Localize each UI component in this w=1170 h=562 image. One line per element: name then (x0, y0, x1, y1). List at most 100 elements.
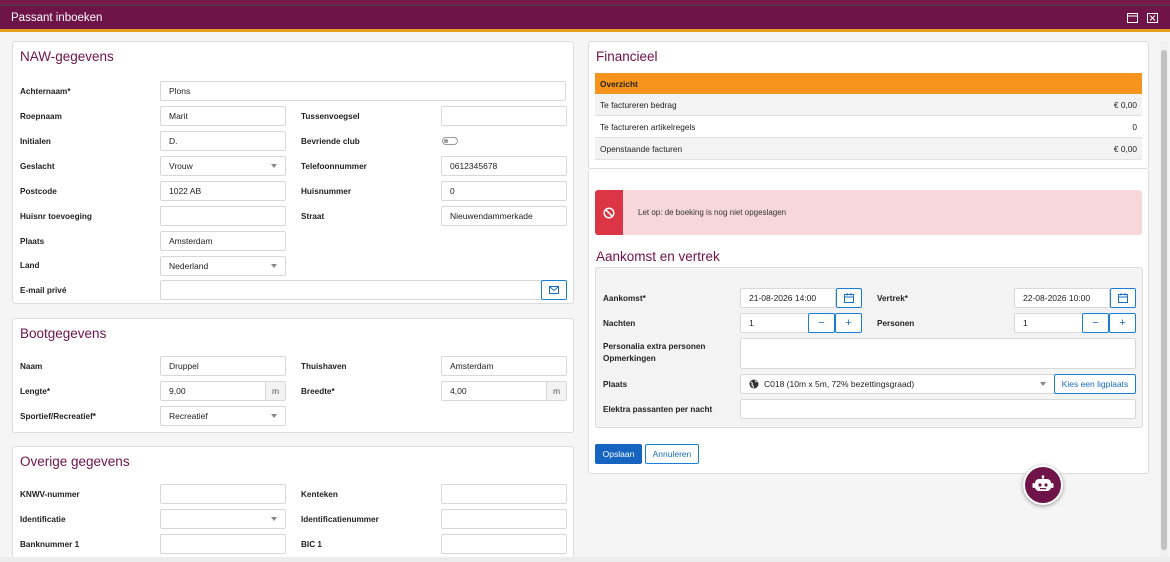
fin-row-label: Te factureren bedrag (600, 99, 677, 110)
overig-card: Overige gegevens KNWV-nummer Kenteken Id… (12, 446, 574, 557)
aankomst-card: Let op: de boeking is nog niet opgeslage… (588, 169, 1149, 474)
naam-input[interactable]: Druppel (160, 356, 286, 376)
fin-row-label: Te factureren artikelregels (600, 121, 696, 132)
overzicht-label: Overzicht (600, 78, 638, 89)
financieel-card: Financieel Overzicht Te factureren bedra… (588, 41, 1149, 169)
lengte-input[interactable]: 9,00 m (160, 381, 286, 401)
banknummer-input[interactable] (160, 534, 286, 554)
vertrek-calendar-button[interactable] (1110, 288, 1136, 308)
lengte-label: Lengte* (20, 387, 51, 396)
naw-card: NAW-gegevens Achternaam* Plons Roepnaam … (12, 41, 574, 304)
bic-label: BIC 1 (301, 540, 322, 549)
unsaved-alert: Let op: de boeking is nog niet opgeslage… (595, 190, 1142, 235)
huisnr-toevoeging-input[interactable] (160, 206, 286, 226)
lengte-value: 9,00 (169, 386, 186, 396)
nachten-input[interactable]: 1 (740, 313, 810, 333)
straat-input[interactable]: Nieuwendammerkade (441, 206, 567, 226)
initialen-input[interactable]: D. (160, 131, 286, 151)
geslacht-select[interactable]: Vrouw (160, 156, 286, 176)
breedte-value: 4,00 (450, 386, 467, 396)
email-input[interactable] (160, 280, 542, 300)
nachten-minus-button[interactable]: − (808, 313, 835, 333)
postcode-input[interactable]: 1022 AB (160, 181, 286, 201)
sportief-label: Sportief/Recreatief* (20, 412, 96, 421)
naw-title: NAW-gegevens (20, 49, 114, 64)
maximize-icon[interactable] (1125, 11, 1139, 25)
vertrek-label: Vertrek* (877, 294, 908, 303)
plaats-value: C018 (10m x 5m, 72% bezettingsgraad) (764, 379, 915, 389)
identificatienummer-input[interactable] (441, 509, 567, 529)
personalia-textarea[interactable] (740, 338, 1136, 369)
personen-minus-button[interactable]: − (1082, 313, 1109, 333)
achternaam-label: Achternaam* (20, 87, 71, 96)
plaats-label: Plaats (603, 380, 628, 389)
email-send-button[interactable] (541, 280, 567, 300)
calendar-icon (844, 293, 854, 303)
personen-input[interactable]: 1 (1014, 313, 1084, 333)
bic-input[interactable] (441, 534, 567, 554)
envelope-icon (549, 286, 559, 294)
scrollbar-thumb[interactable] (1161, 50, 1167, 550)
roepnaam-input[interactable]: Marit (160, 106, 286, 126)
huisnr-toevoeging-label: Huisnr toevoeging (20, 212, 92, 221)
scrollbar[interactable] (1160, 42, 1168, 558)
cancel-button[interactable]: Annuleren (645, 444, 699, 464)
chatbot-button[interactable] (1023, 465, 1063, 505)
thuishaven-label: Thuishaven (301, 362, 347, 371)
kenteken-input[interactable] (441, 484, 567, 504)
robot-icon (1032, 475, 1054, 491)
elektra-input[interactable] (740, 399, 1136, 419)
calendar-icon (1118, 293, 1128, 303)
passant-modal: Passant inboeken NAW-gegevens Achternaam… (0, 5, 1170, 558)
thuishaven-input[interactable]: Amsterdam (441, 356, 567, 376)
table-row: Openstaande facturen € 0,00 (595, 138, 1142, 160)
telefoon-input[interactable]: 0612345678 (441, 156, 567, 176)
sportief-select[interactable]: Recreatief (160, 406, 286, 426)
plaats-select[interactable]: C018 (10m x 5m, 72% bezettingsgraad) (740, 374, 1055, 394)
plaats-input[interactable]: Amsterdam (160, 231, 286, 251)
table-row: Te factureren bedrag € 0,00 (595, 94, 1142, 116)
breedte-unit: m (546, 382, 566, 400)
achternaam-input[interactable]: Plons (160, 81, 566, 101)
land-value: Nederland (169, 261, 209, 271)
close-icon[interactable] (1145, 11, 1159, 25)
email-label: E-mail privé (20, 286, 67, 295)
fin-row-value: € 0,00 (1113, 143, 1137, 154)
identificatienummer-label: Identificatienummer (301, 515, 379, 524)
knwv-label: KNWV-nummer (20, 490, 80, 499)
identificatie-select[interactable] (160, 509, 286, 529)
personen-plus-button[interactable]: + (1109, 313, 1136, 333)
bevriende-club-label: Bevriende club (301, 137, 360, 146)
kenteken-label: Kenteken (301, 490, 338, 499)
boot-title: Bootgegevens (20, 326, 107, 341)
table-row: Te factureren artikelregels 0 (595, 116, 1142, 138)
aankomst-label: Aankomst* (603, 294, 646, 303)
nachten-plus-button[interactable]: + (835, 313, 862, 333)
breedte-input[interactable]: 4,00 m (441, 381, 567, 401)
bevriende-club-toggle[interactable] (442, 137, 458, 145)
postcode-label: Postcode (20, 187, 57, 196)
save-button[interactable]: Opslaan (595, 444, 642, 464)
modal-title: Passant inboeken (11, 11, 103, 24)
aankomst-input[interactable]: 21-08-2026 14:00 (740, 288, 836, 308)
geslacht-value: Vrouw (169, 161, 193, 171)
modal-header: Passant inboeken (0, 6, 1170, 32)
aankomst-calendar-button[interactable] (836, 288, 862, 308)
lengte-unit: m (265, 382, 285, 400)
vertrek-input[interactable]: 22-08-2026 10:00 (1014, 288, 1110, 308)
ban-icon (603, 206, 615, 219)
knwv-input[interactable] (160, 484, 286, 504)
naam-label: Naam (20, 362, 43, 371)
kies-ligplaats-button[interactable]: Kies een ligplaats (1054, 374, 1136, 394)
banknummer-label: Banknummer 1 (20, 540, 80, 549)
huisnummer-input[interactable]: 0 (441, 181, 567, 201)
land-select[interactable]: Nederland (160, 256, 286, 276)
overig-title: Overige gegevens (20, 454, 130, 469)
elektra-label: Elektra passanten per nacht (603, 405, 713, 414)
alert-side (595, 190, 623, 235)
financieel-title: Financieel (596, 49, 658, 64)
plaats-label: Plaats (20, 237, 45, 246)
globe-icon (749, 379, 759, 389)
tussenvoegsel-input[interactable] (441, 106, 567, 126)
alert-text: Let op: de boeking is nog niet opgeslage… (638, 208, 787, 217)
